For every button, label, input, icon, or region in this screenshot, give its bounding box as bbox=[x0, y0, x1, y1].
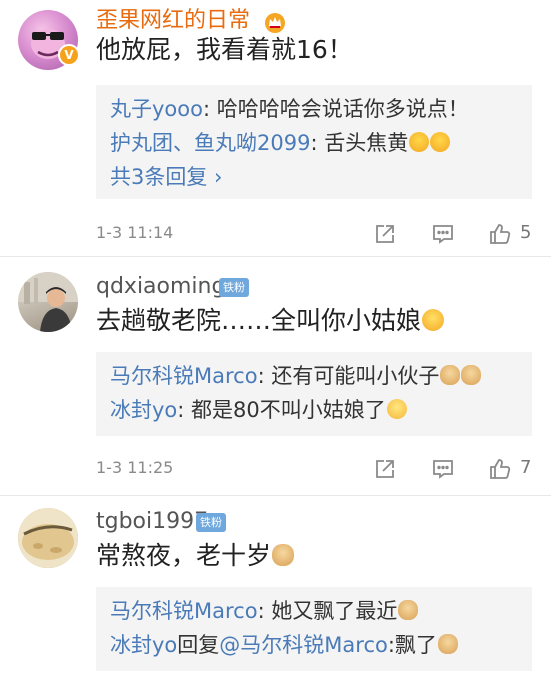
fan-badge: 铁粉 bbox=[219, 278, 249, 297]
timestamp: 1-3 11:14 bbox=[96, 223, 174, 242]
comment-item: V 歪果网红的日常 他放屁，我看着就16！ 丸子yooo: 哈哈哈哈会说话你多说… bbox=[0, 0, 551, 255]
mention-link[interactable]: @马尔科锐Marco bbox=[219, 633, 388, 657]
smile-emoji-icon bbox=[386, 399, 407, 419]
avatar[interactable] bbox=[18, 508, 78, 568]
fan-badge: 铁粉 bbox=[196, 513, 226, 532]
reply-box[interactable]: 马尔科锐Marco: 还有可能叫小伙子 冰封yo: 都是80不叫小姑娘了 bbox=[96, 352, 532, 436]
reply-author[interactable]: 护丸团、鱼丸呦2099 bbox=[110, 131, 310, 155]
reply-text: 飘了 bbox=[394, 633, 437, 657]
doge-emoji-icon bbox=[440, 365, 461, 385]
username[interactable]: tgboi1997 bbox=[96, 508, 208, 536]
reply-line: 丸子yooo: 哈哈哈哈会说话你多说点！ bbox=[110, 92, 518, 126]
like-icon[interactable] bbox=[488, 222, 512, 246]
reply-sep: : bbox=[257, 599, 272, 623]
reply-author[interactable]: 丸子yooo bbox=[110, 97, 203, 121]
comment-text: 他放屁，我看着就16！ bbox=[96, 35, 353, 64]
yum-emoji-icon bbox=[409, 132, 430, 152]
reply-text: 舌头焦黄 bbox=[324, 131, 409, 155]
like-count: 5 bbox=[520, 222, 532, 243]
yum-emoji-icon bbox=[430, 132, 451, 152]
doge-emoji-icon bbox=[398, 600, 419, 620]
reply-line: 马尔科锐Marco: 她又飘了最近 bbox=[110, 594, 518, 628]
reply-text: 她又飘了最近 bbox=[271, 599, 398, 623]
doge-emoji-icon bbox=[461, 365, 482, 385]
comment-item: qdxiaoming 铁粉 去趟敬老院……全叫你小姑娘 马尔科锐Marco: 还… bbox=[0, 257, 551, 495]
v-verified-icon: V bbox=[58, 44, 80, 66]
comment-text: 常熬夜，老十岁 bbox=[96, 540, 295, 572]
like-icon[interactable] bbox=[488, 457, 512, 481]
crown-icon bbox=[265, 13, 285, 33]
reply-box[interactable]: 马尔科锐Marco: 她又飘了最近 冰封yo回复@马尔科锐Marco:飘了 bbox=[96, 587, 532, 671]
reply-line: 护丸团、鱼丸呦2099: 舌头焦黄 bbox=[110, 126, 518, 160]
reply-text: 还有可能叫小伙子 bbox=[271, 364, 440, 388]
reply-text: 哈哈哈哈会说话你多说点！ bbox=[216, 97, 469, 121]
timestamp: 1-3 11:25 bbox=[96, 458, 174, 477]
reply-sep: : bbox=[177, 398, 192, 422]
reply-sep: : bbox=[257, 364, 272, 388]
username[interactable]: 歪果网红的日常 bbox=[96, 7, 250, 35]
comment-icon[interactable] bbox=[431, 222, 455, 246]
comment-text-body: 去趟敬老院……全叫你小姑娘 bbox=[96, 306, 422, 335]
doge-emoji-icon bbox=[437, 634, 458, 654]
comment-text: 去趟敬老院……全叫你小姑娘 bbox=[96, 305, 445, 337]
reply-sep: : bbox=[310, 131, 325, 155]
reply-word: 回复 bbox=[177, 633, 220, 657]
doge-emoji-icon bbox=[272, 544, 295, 566]
reply-line: 马尔科锐Marco: 还有可能叫小伙子 bbox=[110, 359, 518, 393]
reply-text: 都是80不叫小姑娘了 bbox=[191, 398, 386, 422]
reply-author[interactable]: 马尔科锐Marco bbox=[110, 599, 258, 623]
share-icon[interactable] bbox=[373, 457, 397, 481]
reply-sep: : bbox=[387, 633, 395, 657]
share-icon[interactable] bbox=[373, 222, 397, 246]
comment-item: tgboi1997 铁粉 常熬夜，老十岁 马尔科锐Marco: 她又飘了最近 冰… bbox=[0, 496, 551, 680]
avatar[interactable] bbox=[18, 272, 78, 332]
reply-author[interactable]: 冰封yo bbox=[110, 633, 177, 657]
comment-text-body: 常熬夜，老十岁 bbox=[96, 541, 272, 570]
username[interactable]: qdxiaoming bbox=[96, 273, 225, 301]
reply-author[interactable]: 冰封yo bbox=[110, 398, 177, 422]
comment-icon[interactable] bbox=[431, 457, 455, 481]
reply-author[interactable]: 马尔科锐Marco bbox=[110, 364, 258, 388]
reply-sep: : bbox=[202, 97, 217, 121]
reply-line: 冰封yo回复@马尔科锐Marco:飘了 bbox=[110, 628, 518, 662]
reply-line: 冰封yo: 都是80不叫小姑娘了 bbox=[110, 393, 518, 427]
reply-box[interactable]: 丸子yooo: 哈哈哈哈会说话你多说点！ 护丸团、鱼丸呦2099: 舌头焦黄 共… bbox=[96, 85, 532, 199]
more-replies-link[interactable]: 共3条回复 › bbox=[110, 160, 518, 194]
like-count: 7 bbox=[520, 457, 532, 478]
laugh-emoji-icon bbox=[422, 309, 445, 331]
